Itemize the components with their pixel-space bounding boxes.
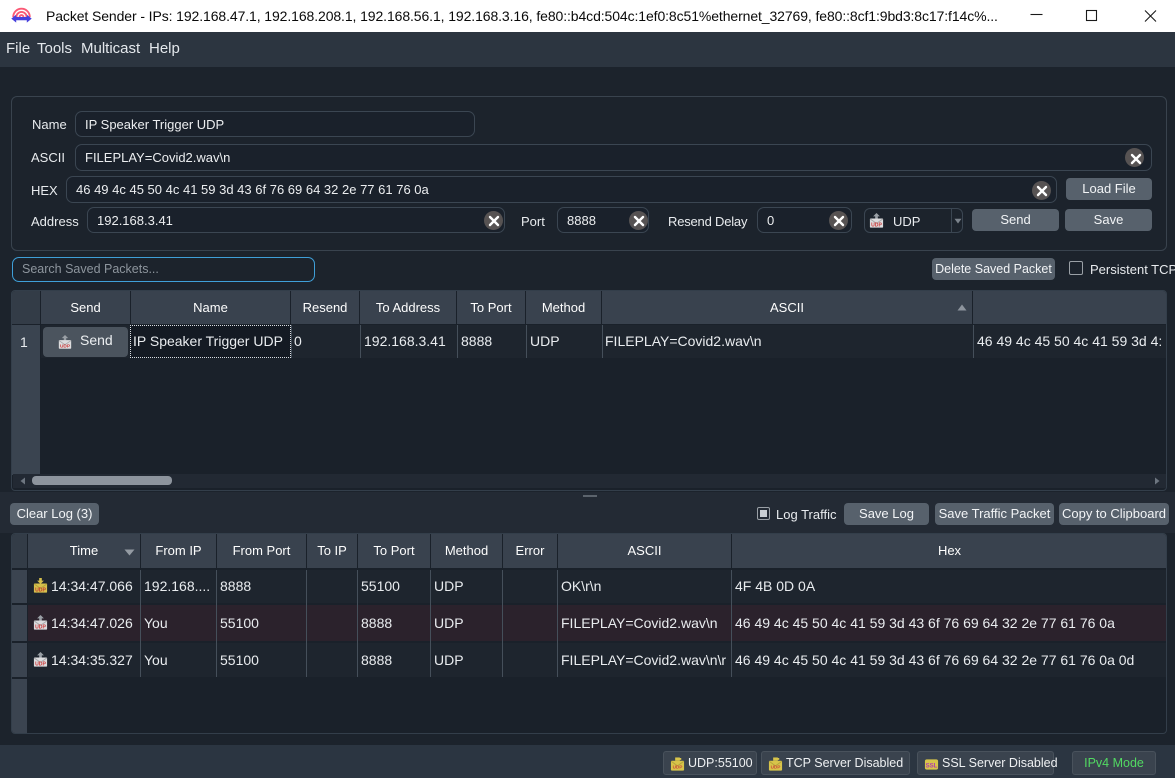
svg-text:SSL: SSL	[926, 762, 938, 769]
